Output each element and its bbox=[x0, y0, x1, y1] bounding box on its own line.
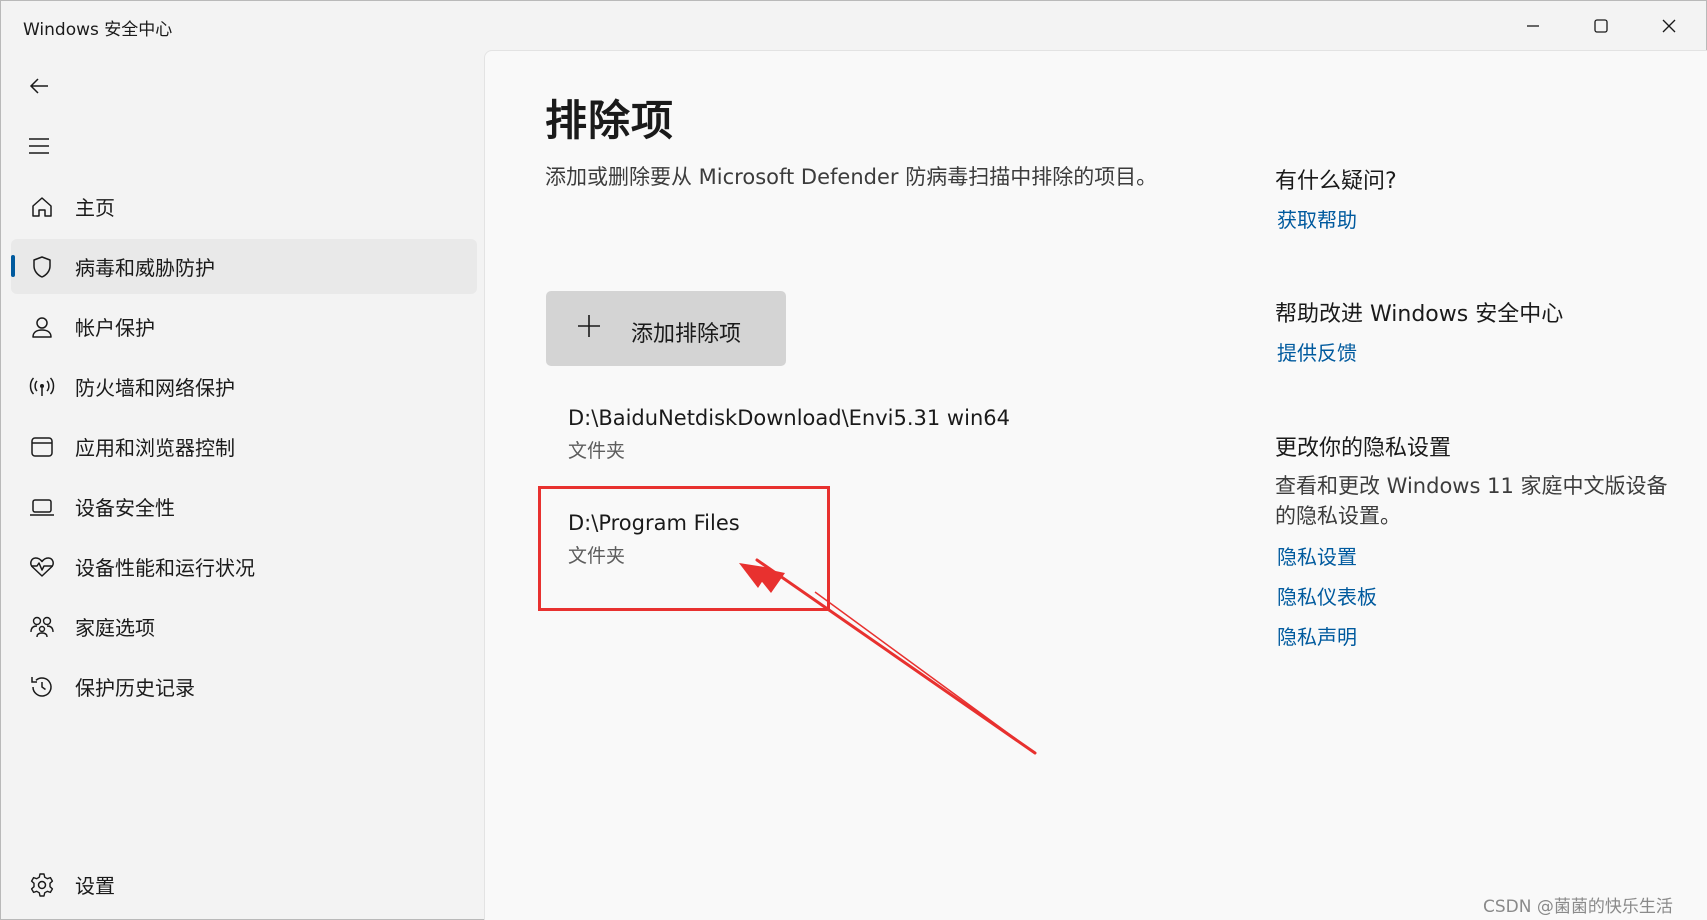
exclusion-type: 文件夹 bbox=[568, 440, 626, 462]
menu-button[interactable] bbox=[19, 126, 59, 166]
privacy-heading: 更改你的隐私设置 bbox=[1275, 436, 1452, 461]
page-description: 添加或删除要从 Microsoft Defender 防病毒扫描中排除的项目。 bbox=[545, 165, 1158, 189]
sidebar-item-label: 设备安全性 bbox=[75, 496, 175, 520]
sidebar-item-virus-protection[interactable]: 病毒和威胁防护 bbox=[11, 239, 477, 294]
privacy-dashboard-link[interactable]: 隐私仪表板 bbox=[1277, 581, 1377, 610]
back-button[interactable] bbox=[19, 66, 59, 106]
exclusion-path: D:\BaiduNetdiskDownload\Envi5.31 win64 bbox=[568, 406, 1010, 430]
sidebar-item-settings[interactable]: 设置 bbox=[11, 857, 477, 912]
minimize-icon bbox=[1527, 25, 1539, 27]
settings-label: 设置 bbox=[75, 874, 115, 898]
person-icon bbox=[27, 312, 57, 342]
privacy-settings-link[interactable]: 隐私设置 bbox=[1277, 541, 1357, 570]
browser-window-icon bbox=[27, 432, 57, 462]
close-icon bbox=[1662, 19, 1676, 33]
privacy-description: 查看和更改 Windows 11 家庭中文版设备的隐私设置。 bbox=[1275, 474, 1668, 528]
sidebar-item-account[interactable]: 帐户保护 bbox=[11, 299, 477, 354]
sidebar-item-history[interactable]: 保护历史记录 bbox=[11, 659, 477, 714]
privacy-statement-link[interactable]: 隐私声明 bbox=[1277, 621, 1357, 650]
sidebar-nav: 主页 病毒和威胁防护 帐户保护 防火墙和网络保护 应用和浏览器控制 设备安全性 … bbox=[11, 179, 477, 719]
sidebar-item-label: 应用和浏览器控制 bbox=[75, 436, 235, 460]
maximize-icon bbox=[1594, 19, 1608, 33]
sidebar-item-label: 设备性能和运行状况 bbox=[75, 556, 255, 580]
watermark: CSDN @菌菌的快乐生活 bbox=[1483, 897, 1673, 917]
shield-icon bbox=[27, 252, 57, 282]
get-help-link[interactable]: 获取帮助 bbox=[1277, 204, 1357, 233]
sidebar-item-label: 保护历史记录 bbox=[75, 676, 195, 700]
app-title: Windows 安全中心 bbox=[23, 20, 173, 40]
sidebar-item-label: 防火墙和网络保护 bbox=[75, 376, 235, 400]
sidebar-item-firewall[interactable]: 防火墙和网络保护 bbox=[11, 359, 477, 414]
sidebar-item-device-security[interactable]: 设备安全性 bbox=[11, 479, 477, 534]
sidebar-item-label: 帐户保护 bbox=[75, 316, 155, 340]
heart-pulse-icon bbox=[27, 552, 57, 582]
sidebar-item-app-browser[interactable]: 应用和浏览器控制 bbox=[11, 419, 477, 474]
content-panel: 排除项 添加或删除要从 Microsoft Defender 防病毒扫描中排除的… bbox=[484, 50, 1707, 920]
family-icon bbox=[27, 612, 57, 642]
plus-icon bbox=[578, 315, 600, 337]
hamburger-menu-icon bbox=[29, 138, 49, 154]
home-icon bbox=[27, 192, 57, 222]
feedback-link[interactable]: 提供反馈 bbox=[1277, 337, 1357, 366]
sidebar-item-label: 家庭选项 bbox=[75, 616, 155, 640]
add-exclusion-label: 添加排除项 bbox=[631, 322, 742, 347]
back-arrow-icon bbox=[29, 78, 48, 94]
exclusion-item[interactable]: D:\BaiduNetdiskDownload\Envi5.31 win64 文… bbox=[568, 406, 1010, 463]
gear-icon bbox=[27, 870, 57, 900]
help-heading: 有什么疑问? bbox=[1275, 169, 1397, 194]
page-title: 排除项 bbox=[545, 96, 675, 145]
app-window: Windows 安全中心 主页 病毒和威胁防护 帐户保护 防火墙和网络保护 应用… bbox=[0, 0, 1707, 920]
sidebar-item-family[interactable]: 家庭选项 bbox=[11, 599, 477, 654]
sidebar-item-label: 病毒和威胁防护 bbox=[75, 256, 215, 280]
sidebar-item-home[interactable]: 主页 bbox=[11, 179, 477, 234]
maximize-button[interactable] bbox=[1567, 1, 1635, 51]
minimize-button[interactable] bbox=[1499, 1, 1567, 51]
annotation-highlight-box bbox=[538, 486, 830, 611]
close-button[interactable] bbox=[1635, 1, 1703, 51]
sidebar-item-label: 主页 bbox=[75, 196, 115, 220]
history-icon bbox=[27, 672, 57, 702]
title-bar: Windows 安全中心 bbox=[1, 1, 1706, 51]
laptop-icon bbox=[27, 492, 57, 522]
sidebar-item-device-health[interactable]: 设备性能和运行状况 bbox=[11, 539, 477, 594]
wireless-icon bbox=[27, 372, 57, 402]
improve-heading: 帮助改进 Windows 安全中心 bbox=[1275, 302, 1564, 327]
add-exclusion-button[interactable]: 添加排除项 bbox=[546, 291, 786, 366]
